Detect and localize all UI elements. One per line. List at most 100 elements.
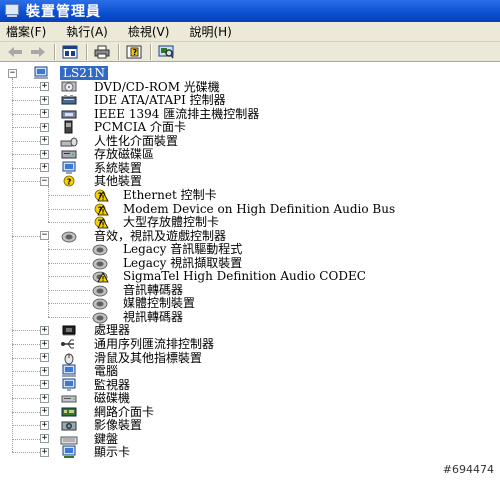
expand-button[interactable]: + [40, 95, 49, 105]
expand-button[interactable]: + [40, 420, 49, 430]
tree-category-item[interactable]: 處理器 [94, 323, 130, 337]
tree-category-item[interactable]: 網路介面卡 [94, 405, 154, 419]
tree-connector-line [48, 240, 49, 317]
properties-button[interactable] [61, 44, 79, 60]
tree-category-item[interactable]: 鍵盤 [94, 432, 118, 446]
tree-connector-line [12, 127, 40, 129]
tree-category-item[interactable]: 音效，視訊及遊戲控制器 [94, 229, 226, 243]
tree-category-item[interactable]: 通用序列匯流排控制器 [94, 337, 214, 351]
tree-connector-line [12, 140, 40, 142]
tree-connector-line [12, 425, 40, 427]
tree-device-item[interactable]: Ethernet 控制卡 [123, 188, 217, 202]
title-bar[interactable]: 裝置管理員 [0, 0, 500, 22]
collapse-button[interactable]: − [40, 176, 49, 186]
tree-connector-line [48, 249, 90, 251]
imaging-device-icon [60, 418, 78, 432]
menu-view[interactable]: 檢視(V) [128, 23, 170, 40]
monitor-icon [60, 378, 78, 392]
expand-button[interactable]: + [40, 163, 49, 173]
menu-file[interactable]: 檔案(F) [6, 23, 46, 40]
expand-button[interactable]: + [40, 325, 49, 335]
tree-device-item[interactable]: 大型存放體控制卡 [123, 215, 219, 229]
tree-device-item[interactable]: Modem Device on High Definition Audio Bu… [123, 202, 395, 216]
expand-button[interactable]: + [40, 366, 49, 376]
tree-device-item[interactable]: Legacy 視訊擷取裝置 [123, 256, 242, 270]
sound-warning-icon [91, 269, 109, 283]
tree-connector-line [12, 86, 40, 88]
menu-action[interactable]: 執行(A) [66, 23, 108, 40]
expand-button[interactable]: + [40, 339, 49, 349]
back-arrow-icon [8, 46, 22, 57]
tree-connector-line [12, 371, 40, 373]
usb-icon [60, 337, 78, 351]
sound-icon [91, 283, 109, 297]
collapse-button[interactable]: − [8, 68, 17, 78]
tree-connector-line [48, 194, 90, 196]
expand-button[interactable]: + [40, 434, 49, 444]
tree-connector-line [12, 398, 40, 400]
ieee1394-icon [60, 107, 78, 121]
forward-arrow-icon [31, 46, 45, 57]
mouse-icon [60, 351, 78, 365]
tree-connector-line [12, 452, 40, 454]
expand-button[interactable]: + [40, 407, 49, 417]
tree-category-item[interactable]: 顯示卡 [94, 445, 130, 459]
tree-category-item[interactable]: IEEE 1394 匯流排主機控制器 [94, 107, 259, 121]
collapse-button[interactable]: − [40, 231, 49, 241]
computer-icon [32, 66, 50, 80]
tree-category-item[interactable]: 滑鼠及其他指標裝置 [94, 351, 202, 365]
tree-category-item[interactable]: 磁碟機 [94, 391, 130, 405]
scan-hardware-button[interactable] [157, 44, 175, 60]
tree-root-computer[interactable]: LS21N [60, 66, 108, 80]
tree-device-item[interactable]: 視訊轉碼器 [123, 310, 183, 324]
tree-category-item[interactable]: PCMCIA 介面卡 [94, 120, 186, 134]
expand-button[interactable]: + [40, 109, 49, 119]
tree-connector-line [48, 208, 90, 210]
help-button[interactable]: ? [125, 44, 143, 60]
tree-connector-line [48, 186, 49, 223]
ide-icon [60, 93, 78, 107]
tree-device-item[interactable]: Legacy 音訊驅動程式 [123, 242, 242, 256]
tree-category-item[interactable]: 影像裝置 [94, 418, 142, 432]
tree-category-item[interactable]: 電腦 [94, 364, 118, 378]
tree-category-item[interactable]: 系統裝置 [94, 161, 142, 175]
tree-connector-line [12, 235, 40, 237]
window-title: 裝置管理員 [26, 4, 101, 20]
hid-icon [60, 134, 78, 148]
tree-device-item[interactable]: SigmaTel High Definition Audio CODEC [123, 269, 366, 283]
expand-button[interactable]: + [40, 149, 49, 159]
tree-category-item[interactable]: IDE ATA/ATAPI 控制器 [94, 93, 226, 107]
forward-button[interactable] [29, 44, 47, 60]
back-button[interactable] [6, 44, 24, 60]
tree-connector-line [12, 181, 40, 183]
expand-button[interactable]: + [40, 136, 49, 146]
tree-connector-line [12, 100, 40, 102]
menu-help[interactable]: 說明(H) [189, 23, 231, 40]
tree-device-item[interactable]: 音訊轉碼器 [123, 283, 183, 297]
toolbar-separator [86, 43, 87, 60]
tree-connector-line [12, 330, 40, 332]
tree-connector-line [12, 78, 13, 453]
unknown-device-icon: ? [60, 174, 78, 188]
expand-button[interactable]: + [40, 82, 49, 92]
cdrom-icon [60, 80, 78, 94]
expand-button[interactable]: + [40, 393, 49, 403]
tree-category-item[interactable]: 監視器 [94, 378, 130, 392]
tree-category-item[interactable]: 人性化介面裝置 [94, 134, 178, 148]
keyboard-icon [60, 432, 78, 446]
expand-button[interactable]: + [40, 122, 49, 132]
tree-device-item[interactable]: 媒體控制裝置 [123, 296, 195, 310]
tree-category-item[interactable]: DVD/CD-ROM 光碟機 [94, 80, 220, 94]
tree-connector-line [12, 384, 40, 386]
processor-icon [60, 323, 78, 337]
print-button[interactable] [93, 44, 111, 60]
expand-button[interactable]: + [40, 447, 49, 457]
tree-connector-line [48, 262, 90, 264]
expand-button[interactable]: + [40, 353, 49, 363]
toolbar-separator [54, 43, 55, 60]
tree-category-item[interactable]: 存放磁碟區 [94, 147, 154, 161]
display-adapter-icon [60, 445, 78, 459]
expand-button[interactable]: + [40, 380, 49, 390]
toolbar: ? [0, 42, 500, 62]
tree-category-item[interactable]: 其他裝置 [94, 174, 142, 188]
